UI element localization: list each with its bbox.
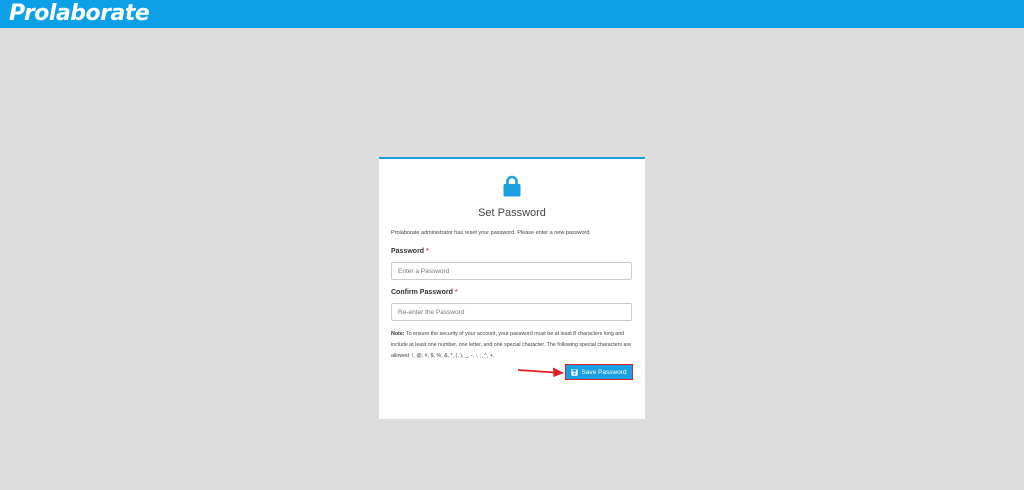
- save-password-label: Save Password: [581, 368, 627, 376]
- lock-icon: [503, 175, 521, 197]
- required-mark: *: [454, 289, 458, 296]
- set-password-card: Set Password Prolaborate administrator h…: [379, 157, 645, 419]
- required-mark: *: [426, 248, 429, 255]
- confirm-password-label: Confirm Password *: [391, 289, 458, 296]
- brand-logo[interactable]: Prolaborate: [9, 1, 150, 27]
- intro-text: Prolaborate administrator has reset your…: [391, 230, 591, 236]
- password-input[interactable]: [391, 262, 632, 280]
- password-label-text: Password: [391, 248, 425, 255]
- password-label: Password *: [391, 248, 429, 255]
- save-password-button[interactable]: Save Password: [565, 364, 633, 380]
- note-text: To ensure the security of your account, …: [391, 331, 632, 359]
- confirm-password-input[interactable]: [391, 303, 632, 321]
- confirm-password-label-text: Confirm Password: [391, 289, 453, 296]
- note-prefix: Note:: [391, 331, 405, 337]
- top-bar: Prolaborate: [0, 0, 1024, 28]
- pointer-arrow-icon: [517, 367, 564, 377]
- floppy-disk-icon: [571, 368, 579, 376]
- card-title: Set Password: [478, 207, 546, 219]
- password-note: Note: To ensure the security of your acc…: [391, 329, 635, 362]
